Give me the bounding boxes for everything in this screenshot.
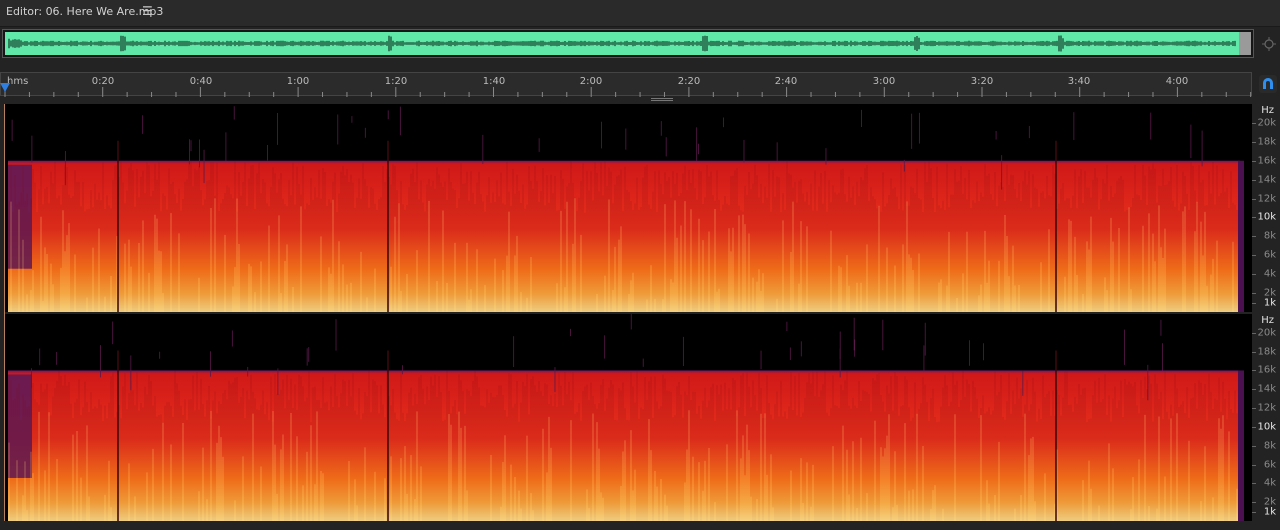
freq-label-16k: 16k [1257,155,1276,167]
freq-label-1k: 1k [1263,297,1276,309]
freq-label-14k: 14k [1257,174,1276,186]
freq-tick [1252,483,1256,485]
timeline-ruler[interactable]: hms 0:20 0:40 1:00 1:20 1:40 2:00 2:20 2… [0,72,1252,97]
freq-label-8k: 8k [1263,230,1276,242]
freq-tick [1252,445,1256,447]
freq-tick [1252,293,1256,295]
freq-label-10k: 10k [1257,211,1276,223]
freq-label-14k: 14k [1257,383,1276,395]
time-label-1-00: 1:00 [286,76,310,87]
time-label-3-20: 3:20 [970,76,994,87]
edit-cursor [4,104,5,521]
freq-label-6k: 6k [1263,249,1276,261]
freq-tick [1252,255,1256,257]
time-unit-label: hms [7,76,29,87]
frequency-axis-left-channel: Hz 20k 18k 16k 14k 12k 10k 8k 6k 4k 2k 1k [1252,104,1280,312]
freq-tick [1252,122,1256,124]
overview-waveform-fill [5,32,1251,55]
frequency-axis-right-channel: Hz 20k 18k 16k 14k 12k 10k 8k 6k 4k 2k 1k [1252,314,1280,521]
freq-label-16k: 16k [1257,364,1276,376]
time-label-3-00: 3:00 [872,76,896,87]
freq-tick [1252,351,1256,353]
time-label-0-40: 0:40 [189,76,213,87]
time-label-2-20: 2:20 [677,76,701,87]
time-label-4-00: 4:00 [1165,76,1189,87]
freq-tick [1252,332,1256,334]
freq-tick [1252,160,1256,162]
freq-tick [1252,511,1256,513]
time-label-2-40: 2:40 [774,76,798,87]
time-label-1-20: 1:20 [384,76,408,87]
freq-label-20k: 20k [1257,117,1276,129]
freq-label-4k: 4k [1263,477,1276,489]
time-label-2-00: 2:00 [579,76,603,87]
playhead-marker[interactable] [0,83,10,92]
editor-panel-header: Editor: 06. Here We Are.mp3 ☰ [0,0,1280,27]
freq-label-6k: 6k [1263,459,1276,471]
freq-label-20k: 20k [1257,327,1276,339]
overview-navigator[interactable] [2,29,1254,58]
time-label-1-40: 1:40 [482,76,506,87]
freq-tick [1252,302,1256,304]
hamburger-menu-icon[interactable]: ☰ [142,4,153,18]
time-label-3-40: 3:40 [1067,76,1091,87]
freq-tick [1252,274,1256,276]
freq-tick [1252,408,1256,410]
freq-tick [1252,217,1256,219]
freq-tick [1252,370,1256,372]
editor-title: Editor: 06. Here We Are.mp3 [6,5,164,18]
panel-resize-grip[interactable] [651,97,673,102]
freq-label-4k: 4k [1263,268,1276,280]
overview-waveform[interactable] [5,32,1251,55]
freq-tick [1252,389,1256,391]
spectral-display-right-channel[interactable] [4,314,1252,521]
panel-bottom-edge [0,521,1280,530]
time-label-0-20: 0:20 [91,76,115,87]
freq-tick [1252,502,1256,504]
freq-label-12k: 12k [1257,402,1276,414]
freq-tick [1252,464,1256,466]
freq-tick [1252,426,1256,428]
freq-tick [1252,179,1256,181]
snap-magnet-icon[interactable] [1259,75,1277,93]
freq-unit-label: Hz [1261,315,1274,326]
freq-label-12k: 12k [1257,193,1276,205]
freq-label-8k: 8k [1263,440,1276,452]
overview-scroll-handle[interactable] [1239,32,1251,55]
spectrogram-left[interactable] [4,104,1252,312]
freq-tick [1252,236,1256,238]
freq-unit-label: Hz [1261,105,1274,116]
freq-label-18k: 18k [1257,136,1276,148]
freq-tick [1252,141,1256,143]
freq-label-10k: 10k [1257,421,1276,433]
freq-tick [1252,198,1256,200]
zoom-navigator-icon[interactable] [1262,37,1276,51]
spectral-display-left-channel[interactable] [4,104,1252,312]
spectrogram-right[interactable] [4,314,1252,521]
freq-label-1k: 1k [1263,506,1276,518]
freq-label-18k: 18k [1257,346,1276,358]
